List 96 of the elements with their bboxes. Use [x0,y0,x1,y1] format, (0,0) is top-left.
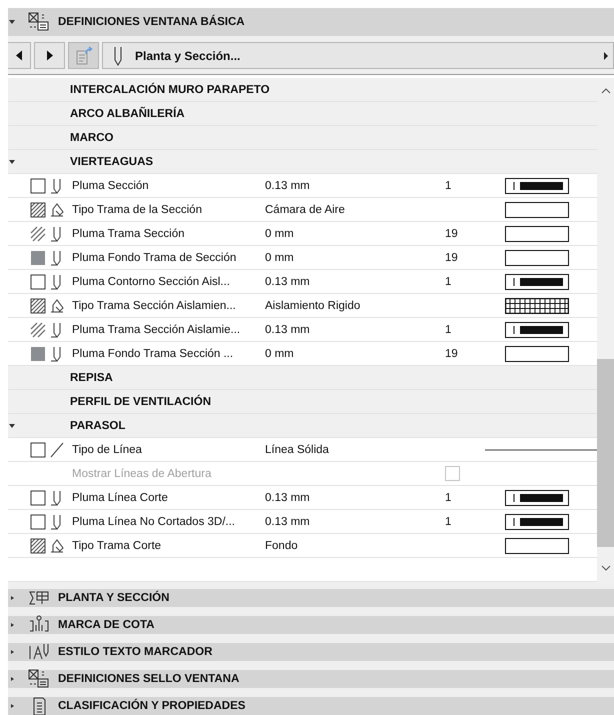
pen-number[interactable]: 1 [445,492,452,504]
group-heading[interactable]: PERFIL DE VENTILACIÓN [70,396,211,408]
group-heading[interactable]: INTERCALACIÓN MURO PARAPETO [70,84,270,96]
parameter-label: Tipo Trama de la Sección [72,204,203,216]
fill-icon [50,538,64,554]
fill-icon [50,298,64,314]
line-preview[interactable] [485,448,597,452]
square-icon [30,514,46,530]
group-heading[interactable]: MARCO [70,132,114,144]
parameter-value[interactable]: 0 mm [265,348,445,360]
parameter-value[interactable]: Fondo [265,540,445,552]
pen-number[interactable]: 1 [445,516,452,528]
parameter-label: Pluma Sección [72,180,150,192]
hatch-swatch-icon [30,202,46,218]
scrollbar-thumb[interactable] [597,359,614,547]
section-title: MARCA DE COTA [58,619,154,631]
expand-icon[interactable] [8,158,16,166]
parameter-value[interactable]: 0 mm [265,252,445,264]
pen-number[interactable]: 19 [445,228,458,240]
hatch-swatch-icon [30,298,46,314]
parameter-value[interactable]: 0.13 mm [265,516,445,528]
fill-preview[interactable] [505,250,569,266]
expand-icon[interactable] [8,422,16,430]
pen-weight-preview[interactable] [505,178,569,194]
parameter-value[interactable]: 0 mm [265,228,445,240]
parameter-label: Pluma Trama Sección [72,228,186,240]
square-icon [30,178,46,194]
section-header[interactable]: MARCA DE COTA [8,616,614,634]
pen-number[interactable]: 19 [445,252,458,264]
section-header[interactable]: CLASIFICACIÓN Y PROPIEDADES [8,697,614,715]
settings-dropdown[interactable]: Planta y Sección... [102,42,614,69]
previous-button[interactable] [8,42,31,69]
pen-number[interactable]: 1 [445,276,452,288]
grid-pattern-preview[interactable] [505,298,569,314]
pen-weight-preview[interactable] [505,322,569,338]
stripes-icon [30,226,46,242]
fill-swatch-icon [30,346,46,362]
parameter-label: Tipo Trama Sección Aislamien... [72,300,237,312]
pen-number[interactable]: 1 [445,324,452,336]
panel-header[interactable]: DEFINICIONES VENTANA BÁSICA [8,8,614,36]
fill-preview[interactable] [505,202,569,218]
group-heading[interactable]: PARASOL [70,420,126,432]
parameter-label: Pluma Contorno Sección Aisl... [72,276,231,288]
parameter-value[interactable]: Cámara de Aire [265,204,445,216]
text-style-icon [28,642,50,662]
parameter-label: Tipo Trama Corte [72,540,162,552]
window-settings-icon [28,669,50,689]
parameter-label: Pluma Línea Corte [72,492,169,504]
document-arrow-icon [74,46,94,66]
pen-weight-preview[interactable] [505,490,569,506]
square-icon [30,490,46,506]
group-heading[interactable]: ARCO ALBAÑILERÍA [70,108,185,120]
pen-weight-preview[interactable] [505,514,569,530]
section-title: PLANTA Y SECCIÓN [58,592,170,604]
section-header[interactable]: ESTILO TEXTO MARCADOR [8,643,614,661]
pen-icon [113,46,123,66]
pen-number[interactable]: 1 [445,180,452,192]
parameter-value[interactable]: 0.13 mm [265,492,445,504]
pen-number[interactable]: 19 [445,348,458,360]
parameter-label: Pluma Línea No Cortados 3D/... [72,516,236,528]
section-header[interactable]: PLANTA Y SECCIÓN [8,589,614,607]
parameter-value[interactable]: Línea Sólida [265,444,445,456]
section-title: CLASIFICACIÓN Y PROPIEDADES [58,700,246,712]
fill-preview[interactable] [505,346,569,362]
section-title: ESTILO TEXTO MARCADOR [58,646,212,658]
parameter-label: Tipo de Línea [72,444,143,456]
parameter-value[interactable]: 0.13 mm [265,180,445,192]
window-settings-icon [28,12,50,32]
section-header[interactable]: DEFINICIONES SELLO VENTANA [8,670,614,688]
parameter-value[interactable]: Aislamiento Rigido [265,300,445,312]
pen-weight-preview[interactable] [505,274,569,290]
parameter-value[interactable]: 0.13 mm [265,324,445,336]
group-heading[interactable]: REPISA [70,372,113,384]
fill-icon [50,202,64,218]
caret-icon [603,52,609,60]
hatch-swatch-icon [30,538,46,554]
square-icon [30,274,46,290]
scroll-down-icon[interactable] [600,565,610,571]
parameter-label: Pluma Fondo Trama Sección ... [72,348,234,360]
parameter-label: Pluma Trama Sección Aislamie... [72,324,242,336]
left-arrow-icon [15,50,23,61]
group-heading[interactable]: VIERTEAGUAS [70,156,154,168]
panel-title: DEFINICIONES VENTANA BÁSICA [58,16,245,28]
parameter-label: Pluma Fondo Trama de Sección [72,252,238,264]
fill-preview[interactable] [505,226,569,242]
square-icon [30,442,46,458]
fill-preview[interactable] [505,538,569,554]
section-title: DEFINICIONES SELLO VENTANA [58,673,240,685]
option-label: Mostrar Líneas de Abertura [72,468,212,480]
parameter-value[interactable]: 0.13 mm [265,276,445,288]
stripes-icon [30,322,46,338]
right-arrow-icon [46,50,54,61]
fill-swatch-icon [30,250,46,266]
line-icon [50,442,64,458]
scroll-up-icon[interactable] [600,88,610,94]
next-button[interactable] [34,42,65,69]
